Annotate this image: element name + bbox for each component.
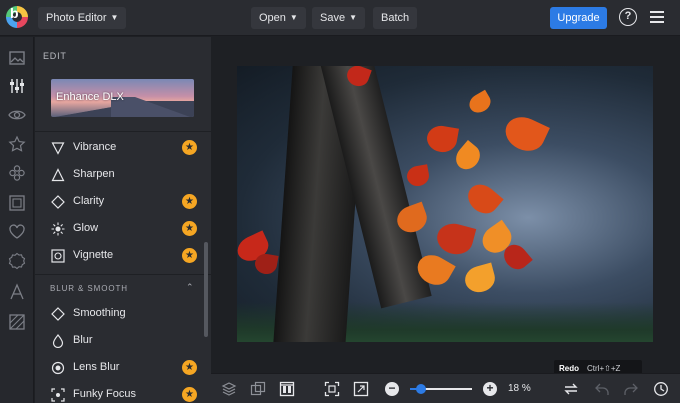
tool-item-vibrance[interactable]: Vibrance ★ bbox=[35, 135, 205, 161]
flower-icon[interactable] bbox=[8, 164, 26, 182]
badge-icon[interactable] bbox=[8, 252, 26, 270]
photo-leaf bbox=[462, 262, 498, 296]
lens-icon bbox=[51, 361, 65, 375]
actual-size-icon[interactable] bbox=[353, 381, 369, 397]
tool-item-clarity[interactable]: Clarity ★ bbox=[35, 189, 205, 215]
logo-letter: b bbox=[10, 5, 19, 21]
canvas-area bbox=[211, 37, 680, 373]
premium-star-icon: ★ bbox=[182, 360, 197, 375]
tool-item-label: Blur bbox=[73, 334, 93, 346]
panel-scrollbar[interactable] bbox=[204, 242, 208, 337]
photo-leaf bbox=[405, 164, 431, 188]
tool-item-label: Glow bbox=[73, 222, 99, 234]
open-label: Open bbox=[259, 12, 286, 24]
tool-item-funky-focus[interactable]: Funky Focus ★ bbox=[35, 382, 205, 403]
top-bar: b Photo Editor ▼ Open ▼ Save ▼ Batch Upgrad… bbox=[0, 0, 680, 36]
divider bbox=[35, 131, 211, 132]
help-icon[interactable]: ? bbox=[619, 8, 637, 26]
sliders-icon[interactable] bbox=[8, 77, 26, 95]
photo-leaf bbox=[451, 139, 485, 175]
tool-item-label: Funky Focus bbox=[73, 388, 136, 400]
redo-icon[interactable] bbox=[623, 381, 639, 397]
zoom-percent: 18 % bbox=[508, 383, 531, 394]
tool-item-glow[interactable]: Glow ★ bbox=[35, 216, 205, 242]
tooltip-shortcut: Ctrl+⇧+Z bbox=[587, 364, 621, 373]
chevron-down-icon: ▼ bbox=[289, 13, 298, 22]
photo-leaf bbox=[424, 123, 460, 155]
tool-item-label: Smoothing bbox=[73, 307, 126, 319]
diamond-icon bbox=[51, 307, 65, 321]
hamburger-menu-icon[interactable] bbox=[650, 11, 664, 23]
tool-item-sharpen[interactable]: Sharpen bbox=[35, 162, 205, 188]
enhance-dlx-label: Enhance DLX bbox=[56, 91, 124, 103]
tool-item-label: Vibrance bbox=[73, 141, 117, 153]
tool-item-label: Clarity bbox=[73, 195, 105, 207]
drop-icon bbox=[51, 334, 65, 349]
undo-icon[interactable] bbox=[594, 381, 610, 397]
heart-icon[interactable] bbox=[8, 223, 26, 241]
zoom-out-button[interactable]: − bbox=[385, 382, 399, 396]
photo-leaf bbox=[462, 178, 504, 220]
photo-leaf bbox=[433, 219, 477, 259]
premium-star-icon: ★ bbox=[182, 221, 197, 236]
zoom-in-button[interactable]: + bbox=[483, 382, 497, 396]
divider bbox=[35, 274, 211, 275]
section-title: BLUR & SMOOTH bbox=[50, 284, 128, 293]
photo-leaf bbox=[253, 252, 279, 276]
layout-icon[interactable] bbox=[279, 381, 295, 397]
star-icon[interactable] bbox=[8, 135, 26, 153]
texture-icon[interactable] bbox=[8, 313, 26, 331]
triangle-icon bbox=[51, 168, 65, 182]
edit-panel: EDIT Enhance DLX Vibrance ★ Sharpen Clar… bbox=[35, 37, 211, 403]
upgrade-button[interactable]: Upgrade bbox=[550, 7, 607, 29]
photo-canvas[interactable] bbox=[237, 66, 653, 342]
photo-leaf bbox=[500, 111, 550, 157]
layers-icon[interactable] bbox=[221, 381, 237, 397]
panel-heading: EDIT bbox=[43, 51, 67, 61]
premium-star-icon: ★ bbox=[182, 194, 197, 209]
tool-item-lens-blur[interactable]: Lens Blur ★ bbox=[35, 355, 205, 381]
chevron-up-icon[interactable]: ⌃ bbox=[186, 282, 194, 293]
eye-icon[interactable] bbox=[8, 106, 26, 124]
premium-star-icon: ★ bbox=[182, 140, 197, 155]
tool-item-label: Sharpen bbox=[73, 168, 115, 180]
batch-label: Batch bbox=[381, 12, 410, 24]
history-icon[interactable] bbox=[653, 381, 669, 397]
save-label: Save bbox=[320, 12, 346, 24]
app-switcher-button[interactable]: Photo Editor ▼ bbox=[38, 7, 127, 29]
save-button[interactable]: Save ▼ bbox=[312, 7, 365, 29]
flip-icon[interactable] bbox=[563, 381, 579, 397]
triangle-outline-icon bbox=[51, 141, 65, 155]
sun-icon bbox=[51, 222, 65, 236]
tool-rail bbox=[0, 37, 34, 403]
chevron-down-icon: ▼ bbox=[349, 13, 357, 22]
text-icon[interactable] bbox=[8, 283, 26, 301]
vignette-icon bbox=[51, 249, 65, 263]
zoom-slider-thumb[interactable] bbox=[416, 384, 427, 394]
open-button[interactable]: Open ▼ bbox=[251, 7, 306, 29]
diamond-icon bbox=[51, 195, 65, 209]
tool-item-smoothing[interactable]: Smoothing bbox=[35, 301, 205, 327]
premium-star-icon: ★ bbox=[182, 248, 197, 263]
photo-leaf bbox=[465, 89, 495, 117]
app-title: Photo Editor bbox=[46, 12, 107, 24]
tool-item-blur[interactable]: Blur bbox=[35, 328, 205, 354]
chevron-down-icon: ▼ bbox=[110, 13, 119, 22]
image-icon[interactable] bbox=[8, 49, 26, 67]
tool-item-vignette[interactable]: Vignette ★ bbox=[35, 243, 205, 269]
tool-item-label: Vignette bbox=[73, 249, 114, 261]
premium-star-icon: ★ bbox=[182, 387, 197, 402]
compare-icon[interactable] bbox=[250, 381, 266, 397]
tool-item-label: Lens Blur bbox=[73, 361, 120, 373]
frame-icon[interactable] bbox=[8, 194, 26, 212]
batch-button[interactable]: Batch bbox=[373, 7, 418, 29]
enhance-dlx-card[interactable]: Enhance DLX bbox=[51, 79, 194, 117]
bottom-toolbar: − + 18 % bbox=[211, 373, 680, 403]
focus-icon bbox=[51, 388, 65, 402]
tooltip-title: Redo bbox=[559, 364, 579, 373]
fit-screen-icon[interactable] bbox=[324, 381, 340, 397]
